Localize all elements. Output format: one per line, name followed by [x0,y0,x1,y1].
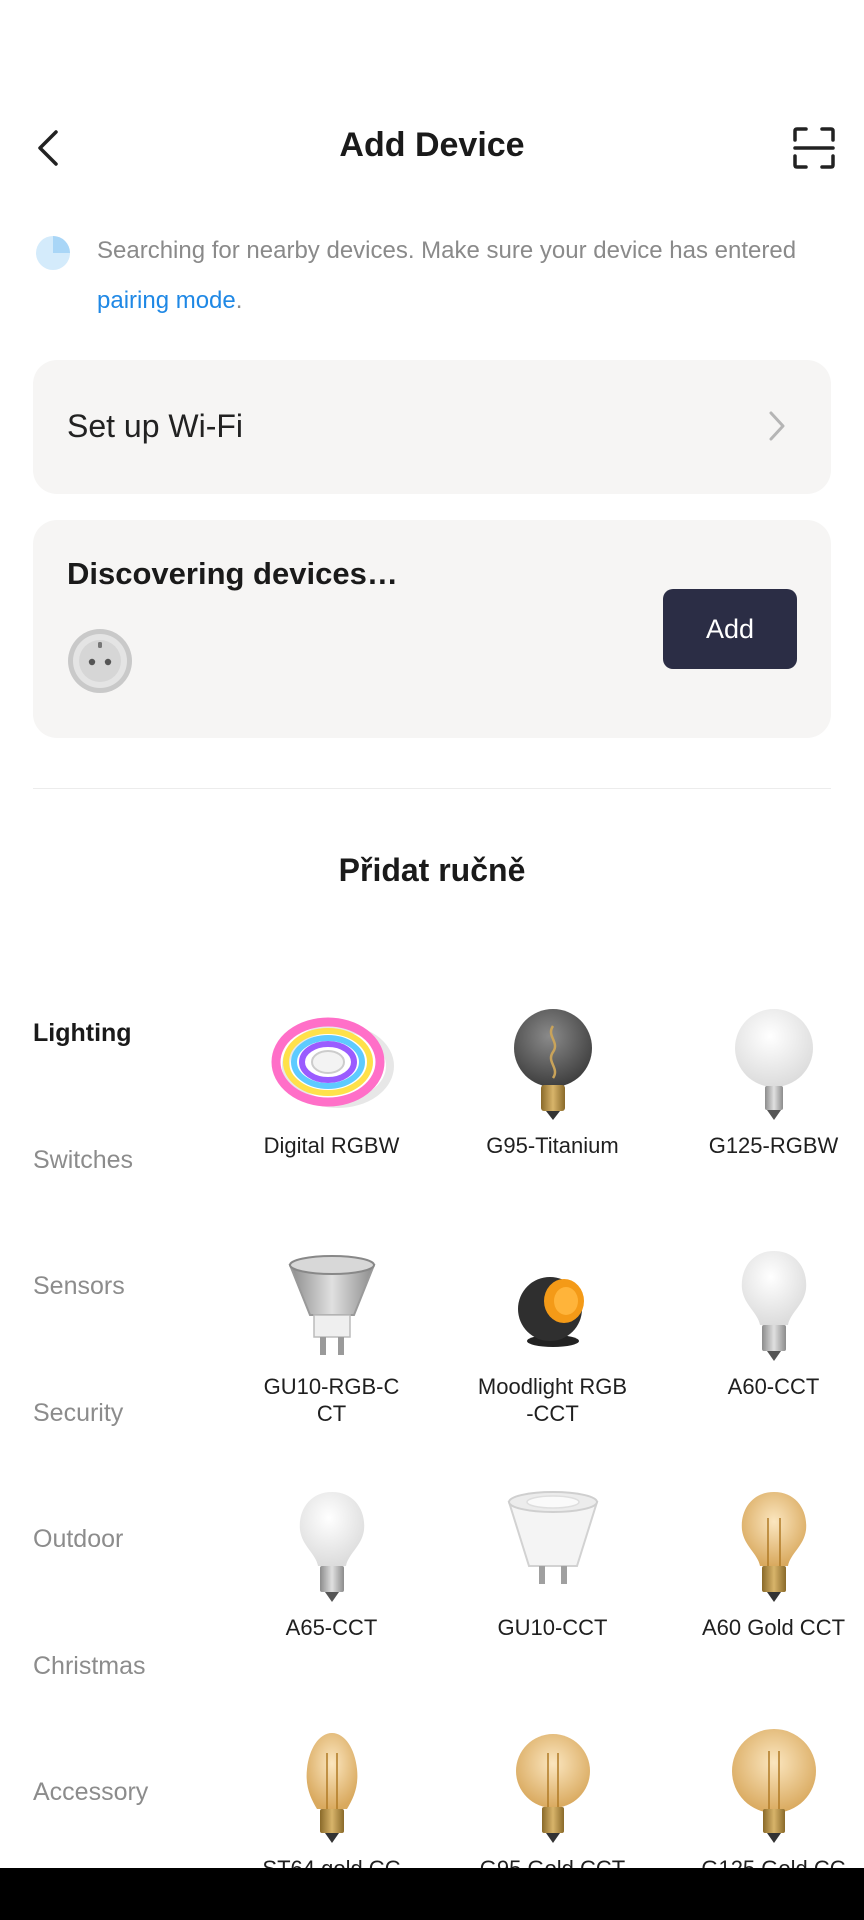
device-name: GU10-RGB-CCT [263,1374,400,1426]
device-item-a65-cct[interactable]: A65-CCT [221,1482,442,1723]
category-sensors[interactable]: Sensors [33,1261,148,1388]
a60-bulb-icon [741,1251,806,1361]
moodlight-icon [517,1277,584,1347]
search-hint: Searching for nearby devices. Make sure … [34,226,804,326]
g95-gold-bulb-icon [515,1734,590,1843]
discovering-title: Discovering devices… [67,556,398,591]
device-item-g125-rgbw[interactable]: G125-RGBW [663,1000,864,1241]
manual-add-title: Přidat ručně [338,852,526,888]
category-lighting[interactable]: Lighting [33,1008,148,1135]
category-security[interactable]: Security [33,1388,148,1515]
a60-gold-bulb-icon [741,1492,806,1602]
device-item-gu10-rgb-cct[interactable]: GU10-RGB-CCT [221,1241,442,1482]
st64-gold-bulb-icon [306,1733,357,1843]
device-grid: Digital RGBW G95-Titanium G125-RGBW GU10… [221,1000,864,1920]
smart-plug-icon[interactable] [67,628,133,694]
status-bar [0,0,864,96]
device-name: Digital RGBW [263,1133,400,1158]
search-hint-message: Searching for nearby devices. Make sure … [97,237,797,264]
chevron-right-icon [769,411,785,441]
titanium-bulb-icon [513,1009,592,1120]
device-name: GU10-CCT [497,1615,608,1640]
device-name: Moodlight RGB-CCT [477,1374,628,1426]
device-item-digital-rgbw[interactable]: Digital RGBW [221,1000,442,1241]
device-name: G125-RGBW [708,1133,839,1158]
search-hint-suffix: . [235,287,243,314]
white-globe-bulb-icon [734,1009,813,1120]
device-item-moodlight-rgb-cct[interactable]: Moodlight RGB-CCT [442,1241,663,1482]
gu10-white-icon [507,1491,598,1584]
device-name: A60-CCT [727,1374,820,1399]
led-strip-icon [271,1017,394,1108]
device-name: G95-Titanium [486,1133,619,1158]
device-item-a60-gold-cct[interactable]: A60 Gold CCT [663,1482,864,1723]
device-name: A60 Gold CCT [701,1615,846,1640]
page-title: Add Device [339,126,525,164]
setup-wifi-card[interactable]: Set up Wi-Fi [33,360,831,494]
category-outdoor[interactable]: Outdoor [33,1514,148,1641]
gu10-spot-icon [288,1255,375,1355]
divider [33,788,831,789]
search-hint-text: Searching for nearby devices. Make sure … [97,226,804,326]
setup-wifi-label: Set up Wi-Fi [67,408,244,444]
navigation-bar [0,1868,864,1920]
scan-icon [793,127,835,169]
device-item-a60-cct[interactable]: A60-CCT [663,1241,864,1482]
g125-gold-bulb-icon [731,1729,816,1843]
a65-bulb-icon [299,1492,364,1602]
add-button[interactable]: Add [663,589,797,669]
header: Add Device [0,110,864,186]
searching-spinner-icon [36,236,70,270]
device-item-gu10-cct[interactable]: GU10-CCT [442,1482,663,1723]
discovering-card: Discovering devices… Add [33,520,831,738]
device-name: A65-CCT [285,1615,378,1640]
category-christmas[interactable]: Christmas [33,1641,148,1768]
category-list: Lighting Switches Sensors Security Outdo… [33,1008,148,1894]
scan-button[interactable] [790,124,838,172]
pairing-mode-link[interactable]: pairing mode [97,287,236,314]
category-switches[interactable]: Switches [33,1135,148,1262]
device-item-g95-titanium[interactable]: G95-Titanium [442,1000,663,1241]
